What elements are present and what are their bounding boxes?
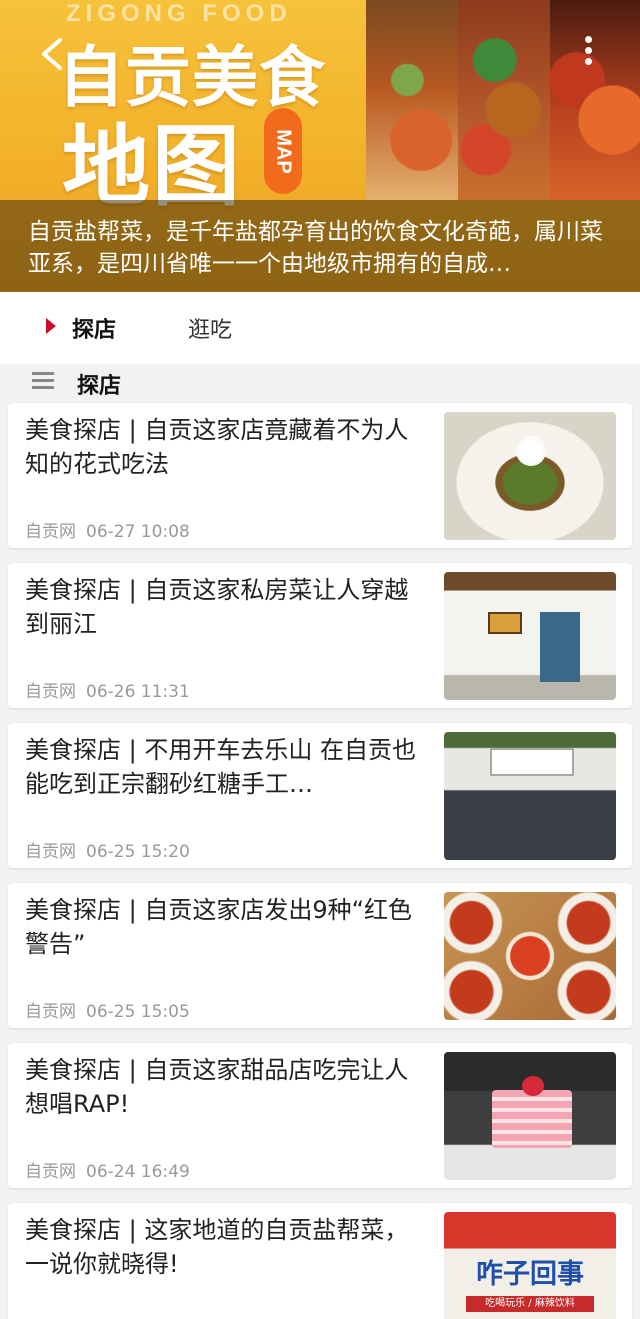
article-meta: 自贡网 06-25 15:05 xyxy=(25,997,190,1022)
section-header: 探店 xyxy=(0,364,640,402)
banner-description: 自贡盐帮菜，是千年盐都孕育出的饮食文化奇葩，属川菜亚系，是四川省唯一一个由地级市… xyxy=(0,200,640,292)
article-title: 美食探店 | 自贡这家店发出9种“红色警告” xyxy=(25,896,413,958)
tab-guangchi[interactable]: 逛吃 xyxy=(188,312,232,344)
food-photo-2 xyxy=(458,0,550,200)
article-source: 自贡网 xyxy=(25,842,76,862)
tab-tandian-label: 探店 xyxy=(72,318,117,343)
back-arrow-icon[interactable] xyxy=(34,34,74,74)
list-item[interactable]: 美食探店 | 自贡这家店发出9种“红色警告” 自贡网 06-25 15:05 xyxy=(8,883,632,1028)
article-title: 美食探店 | 不用开车去乐山 在自贡也能吃到正宗翻砂红糖手工… xyxy=(25,736,416,798)
list-item[interactable]: 美食探店 | 这家地道的自贡盐帮菜，一说你就晓得! 咋子回事 吃喝玩乐 / 麻辣… xyxy=(8,1203,632,1319)
article-title: 美食探店 | 这家地道的自贡盐帮菜，一说你就晓得! xyxy=(25,1216,409,1278)
section-title: 探店 xyxy=(77,374,122,399)
thumbnail-shop-name: 咋子回事 xyxy=(476,1259,584,1290)
banner-description-text: 自贡盐帮菜，是千年盐都孕育出的饮食文化奇葩，属川菜亚系，是四川省唯一一个由地级市… xyxy=(28,219,603,277)
article-thumbnail: 咋子回事 吃喝玩乐 / 麻辣饮料 xyxy=(444,1212,616,1319)
article-thumbnail xyxy=(444,572,616,700)
tab-tandian[interactable]: 探店 xyxy=(46,312,117,344)
thumbnail-shop-sub: 吃喝玩乐 / 麻辣饮料 xyxy=(466,1296,594,1312)
article-time: 06-25 15:20 xyxy=(86,842,190,862)
tab-bar: 探店 逛吃 xyxy=(0,292,640,364)
article-meta: 自贡网 06-24 16:49 xyxy=(25,1157,190,1182)
more-vertical-icon[interactable] xyxy=(580,36,596,72)
article-time: 06-24 16:49 xyxy=(86,1162,190,1182)
list-item[interactable]: 美食探店 | 自贡这家私房菜让人穿越到丽江 自贡网 06-26 11:31 xyxy=(8,563,632,708)
list-item[interactable]: 美食探店 | 自贡这家甜品店吃完让人想唱RAP! 自贡网 06-24 16:49 xyxy=(8,1043,632,1188)
food-photo-3 xyxy=(550,0,640,200)
article-meta: 自贡网 06-26 11:31 xyxy=(25,677,190,702)
article-title: 美食探店 | 自贡这家甜品店吃完让人想唱RAP! xyxy=(25,1056,409,1118)
article-time: 06-27 10:08 xyxy=(86,522,190,542)
article-meta: 自贡网 06-27 10:08 xyxy=(25,517,190,542)
article-source: 自贡网 xyxy=(25,1002,76,1022)
article-thumbnail xyxy=(444,732,616,860)
map-badge-label: MAP xyxy=(272,128,295,174)
triangle-right-icon xyxy=(46,318,56,334)
article-time: 06-26 11:31 xyxy=(86,682,190,702)
header-banner: ZIGONG FOOD 自贡美食 地图 MAP 自贡盐帮菜，是千年盐都孕育出的饮… xyxy=(0,0,640,292)
article-time: 06-25 15:05 xyxy=(86,1002,190,1022)
food-photo-1 xyxy=(366,0,458,200)
list-item[interactable]: 美食探店 | 自贡这家店竟藏着不为人知的花式吃法 自贡网 06-27 10:08 xyxy=(8,403,632,548)
article-thumbnail xyxy=(444,1052,616,1180)
list-item[interactable]: 美食探店 | 不用开车去乐山 在自贡也能吃到正宗翻砂红糖手工… 自贡网 06-25… xyxy=(8,723,632,868)
article-source: 自贡网 xyxy=(25,522,76,542)
article-meta: 自贡网 06-25 15:20 xyxy=(25,837,190,862)
article-title: 美食探店 | 自贡这家私房菜让人穿越到丽江 xyxy=(25,576,409,638)
article-source: 自贡网 xyxy=(25,682,76,702)
list-icon xyxy=(32,372,54,390)
article-thumbnail xyxy=(444,892,616,1020)
article-source: 自贡网 xyxy=(25,1162,76,1182)
article-thumbnail xyxy=(444,412,616,540)
tab-guangchi-label: 逛吃 xyxy=(188,318,233,343)
map-badge: MAP xyxy=(264,108,302,194)
article-title: 美食探店 | 自贡这家店竟藏着不为人知的花式吃法 xyxy=(25,416,409,478)
